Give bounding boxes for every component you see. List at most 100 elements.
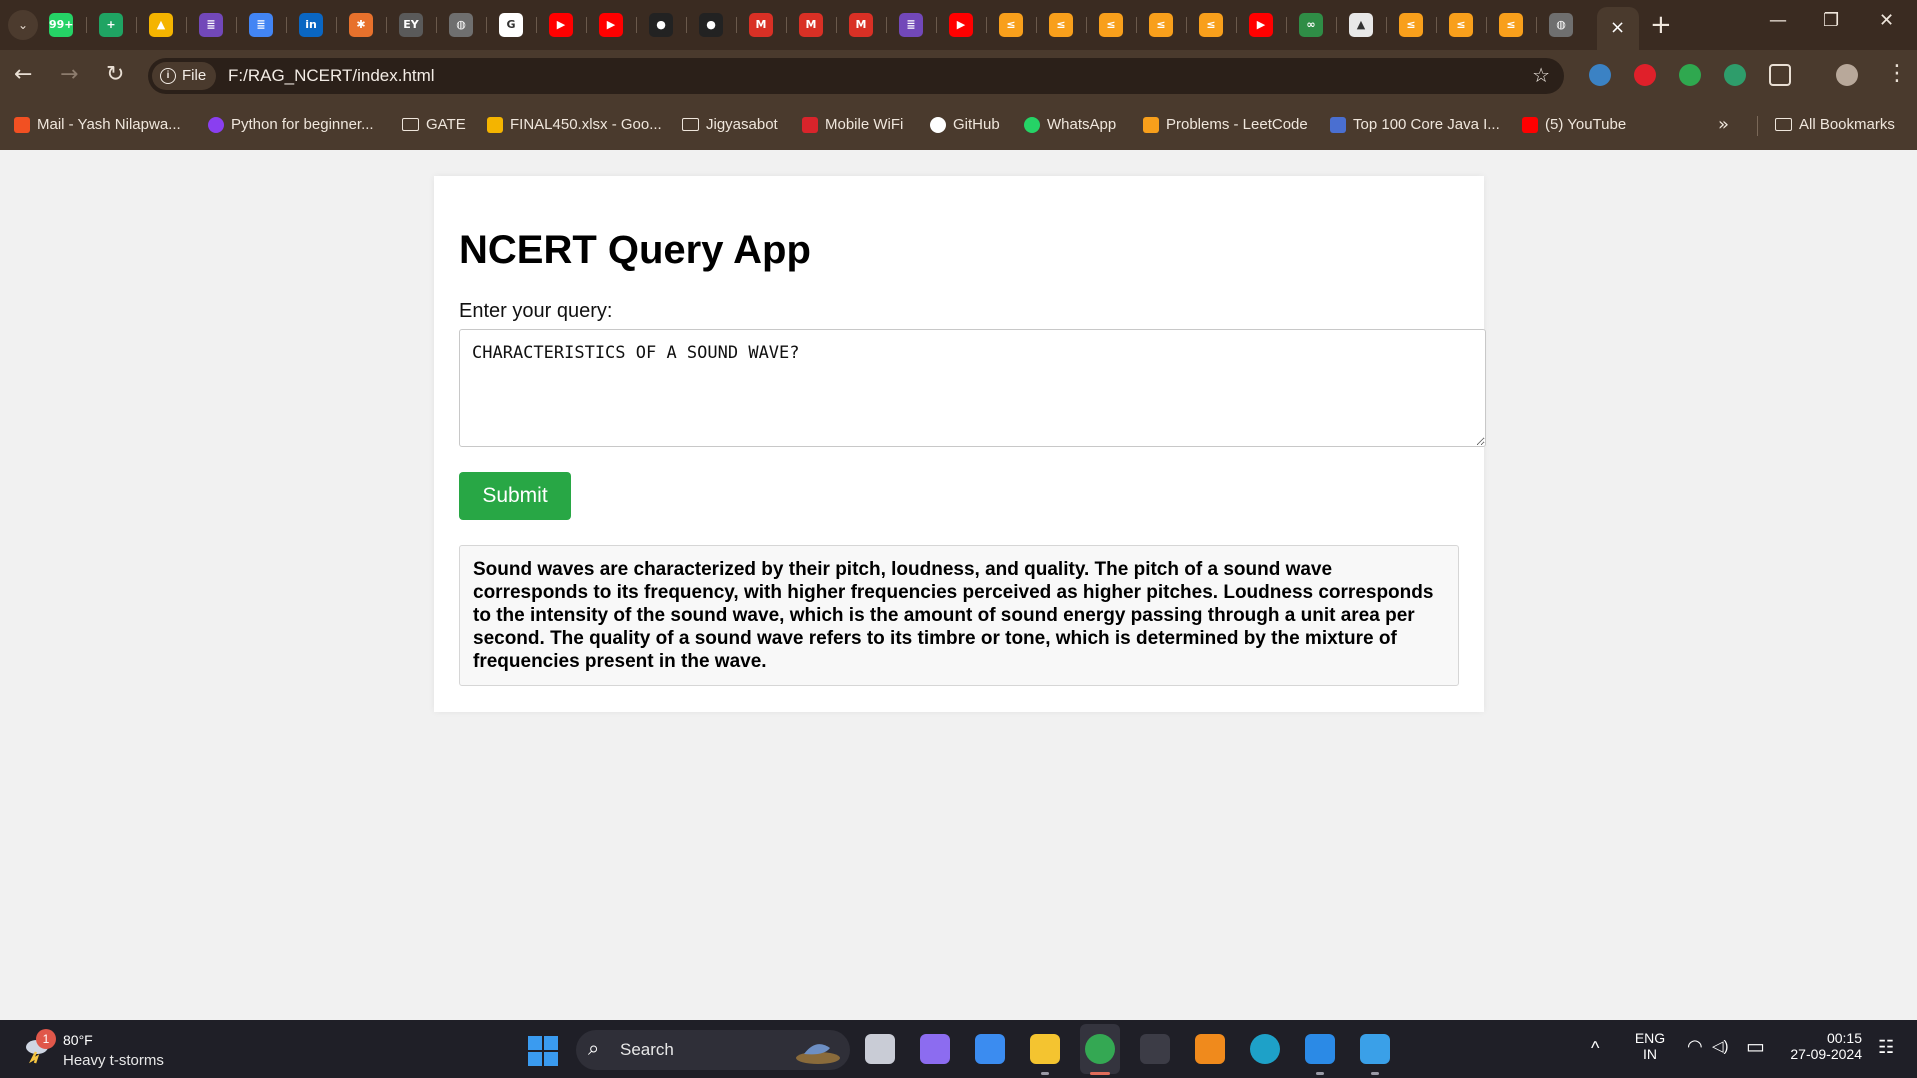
gmail-icon[interactable]: M bbox=[799, 13, 823, 37]
forms-icon[interactable]: ≣ bbox=[199, 13, 223, 37]
drive-icon[interactable]: ▲ bbox=[149, 13, 173, 37]
tab-separator bbox=[486, 17, 487, 33]
clock-time: 00:15 bbox=[1826, 1030, 1862, 1046]
chrome-icon[interactable] bbox=[1085, 1034, 1115, 1064]
bookmark-label: GATE bbox=[426, 116, 466, 133]
extension-red-lock-icon[interactable] bbox=[1634, 64, 1656, 86]
notification-icon[interactable]: ☷ bbox=[1878, 1037, 1894, 1058]
bookmark-item[interactable]: WhatsApp bbox=[1024, 116, 1116, 133]
bookmark-star-icon[interactable]: ☆ bbox=[1532, 63, 1550, 87]
forward-button[interactable]: → bbox=[60, 62, 78, 87]
all-bookmarks-label: All Bookmarks bbox=[1799, 116, 1895, 133]
forms-icon[interactable]: ≣ bbox=[899, 13, 923, 37]
extension-green-circle-icon[interactable] bbox=[1724, 64, 1746, 86]
youtube-icon[interactable]: ▶ bbox=[599, 13, 623, 37]
paint-icon[interactable] bbox=[1360, 1034, 1390, 1064]
youtube-icon[interactable]: ▶ bbox=[549, 13, 573, 37]
tab-separator bbox=[1386, 17, 1387, 33]
tray-chevron-icon[interactable]: ^ bbox=[1591, 1038, 1599, 1059]
leetcode-icon[interactable]: ≤ bbox=[1099, 13, 1123, 37]
clock[interactable]: 00:15 27-09-2024 bbox=[1782, 1030, 1862, 1062]
linkedin-icon[interactable]: in bbox=[299, 13, 323, 37]
profile-avatar[interactable] bbox=[1836, 64, 1858, 86]
gmail-icon[interactable]: M bbox=[849, 13, 873, 37]
bookmark-item[interactable]: (5) YouTube bbox=[1522, 116, 1626, 133]
leetcode-icon[interactable]: ≤ bbox=[1399, 13, 1423, 37]
leetcode-icon[interactable]: ≤ bbox=[999, 13, 1023, 37]
google-icon[interactable]: G bbox=[499, 13, 523, 37]
new-tab-button[interactable]: + bbox=[1650, 10, 1672, 40]
bookmark-item[interactable]: GitHub bbox=[930, 116, 1000, 133]
globe-icon[interactable]: ◍ bbox=[449, 13, 473, 37]
bookmark-item[interactable]: Mail - Yash Nilapwa... bbox=[14, 116, 181, 133]
task-view-icon[interactable] bbox=[865, 1034, 895, 1064]
restore-button[interactable]: ❐ bbox=[1823, 10, 1839, 31]
vlc-icon[interactable] bbox=[1195, 1034, 1225, 1064]
terminal-icon[interactable] bbox=[1140, 1034, 1170, 1064]
back-button[interactable]: ← bbox=[14, 62, 32, 87]
extensions-puzzle-icon[interactable] bbox=[1769, 64, 1791, 86]
address-bar[interactable]: i File F:/RAG_NCERT/index.html ☆ bbox=[148, 58, 1564, 94]
bookmark-item[interactable]: Mobile WiFi bbox=[802, 116, 903, 133]
sheets-icon[interactable]: + bbox=[99, 13, 123, 37]
gfg-icon[interactable]: ∞ bbox=[1299, 13, 1323, 37]
bookmark-item[interactable]: Problems - LeetCode bbox=[1143, 116, 1308, 133]
leetcode-icon[interactable]: ≤ bbox=[1499, 13, 1523, 37]
docs-icon[interactable]: ≣ bbox=[249, 13, 273, 37]
ey-icon[interactable]: EY bbox=[399, 13, 423, 37]
rocket-icon[interactable]: ▲ bbox=[1349, 13, 1373, 37]
volume-icon[interactable]: ◁) bbox=[1712, 1037, 1729, 1055]
close-window-button[interactable]: ✕ bbox=[1879, 10, 1894, 31]
tab-separator bbox=[936, 17, 937, 33]
clock-date: 27-09-2024 bbox=[1790, 1046, 1862, 1062]
leetcode-icon[interactable]: ≤ bbox=[1449, 13, 1473, 37]
windows-logo-pane bbox=[544, 1036, 558, 1050]
tab-active[interactable]: × bbox=[1597, 7, 1639, 50]
taskbar-search[interactable]: ⌕ Search bbox=[576, 1030, 850, 1070]
github-icon[interactable]: ● bbox=[699, 13, 723, 37]
start-button[interactable] bbox=[528, 1036, 558, 1066]
file-explorer-icon[interactable] bbox=[1030, 1034, 1060, 1064]
query-input[interactable]: CHARACTERISTICS OF A SOUND WAVE? bbox=[459, 329, 1486, 447]
reload-button[interactable]: ↻ bbox=[106, 62, 124, 87]
running-indicator bbox=[1090, 1072, 1110, 1075]
leetcode-icon[interactable]: ≤ bbox=[1149, 13, 1173, 37]
site-info-chip[interactable]: i File bbox=[152, 62, 217, 90]
globe-icon[interactable]: ◍ bbox=[1549, 13, 1573, 37]
bookmark-item[interactable]: Jigyasabot bbox=[682, 116, 778, 133]
tab-separator bbox=[786, 17, 787, 33]
gmail-icon[interactable]: M bbox=[749, 13, 773, 37]
extension-shield-icon[interactable] bbox=[1679, 64, 1701, 86]
bookmark-label: Problems - LeetCode bbox=[1166, 116, 1308, 133]
edge-icon[interactable] bbox=[1250, 1034, 1280, 1064]
pinwheel-icon[interactable]: ✱ bbox=[349, 13, 373, 37]
url-text[interactable]: F:/RAG_NCERT/index.html bbox=[228, 58, 435, 94]
youtube-icon[interactable]: ▶ bbox=[1249, 13, 1273, 37]
all-bookmarks-button[interactable]: All Bookmarks bbox=[1775, 116, 1895, 133]
whatsapp-icon[interactable]: 99+ bbox=[49, 13, 74, 37]
wifi-router-icon bbox=[802, 116, 818, 133]
browser-menu-icon[interactable]: ⋮ bbox=[1886, 61, 1908, 86]
extension-blue-icon[interactable] bbox=[1589, 64, 1611, 86]
language-indicator[interactable]: ENG IN bbox=[1632, 1030, 1668, 1062]
submit-button[interactable]: Submit bbox=[459, 472, 571, 520]
tab-close-icon[interactable]: × bbox=[1610, 17, 1625, 38]
youtube-icon[interactable]: ▶ bbox=[949, 13, 973, 37]
leetcode-icon[interactable]: ≤ bbox=[1049, 13, 1073, 37]
copilot-icon[interactable] bbox=[920, 1034, 950, 1064]
query-label: Enter your query: bbox=[459, 300, 613, 322]
battery-icon[interactable]: ▭ bbox=[1746, 1034, 1765, 1059]
leetcode-icon[interactable]: ≤ bbox=[1199, 13, 1223, 37]
bookmarks-overflow-icon[interactable]: » bbox=[1718, 114, 1729, 135]
bookmark-item[interactable]: Top 100 Core Java I... bbox=[1330, 116, 1500, 133]
bookmark-item[interactable]: Python for beginner... bbox=[208, 116, 374, 133]
search-label: Search bbox=[620, 1040, 674, 1059]
tab-search-dropdown[interactable]: ⌄ bbox=[8, 10, 38, 40]
github-icon[interactable]: ● bbox=[649, 13, 673, 37]
bookmark-item[interactable]: FINAL450.xlsx - Goo... bbox=[487, 116, 662, 133]
microsoft-store-icon[interactable] bbox=[975, 1034, 1005, 1064]
wifi-icon[interactable]: ◠ bbox=[1687, 1036, 1703, 1057]
vscode-icon[interactable] bbox=[1305, 1034, 1335, 1064]
minimize-button[interactable]: — bbox=[1769, 10, 1787, 31]
bookmark-item[interactable]: GATE bbox=[402, 116, 466, 133]
